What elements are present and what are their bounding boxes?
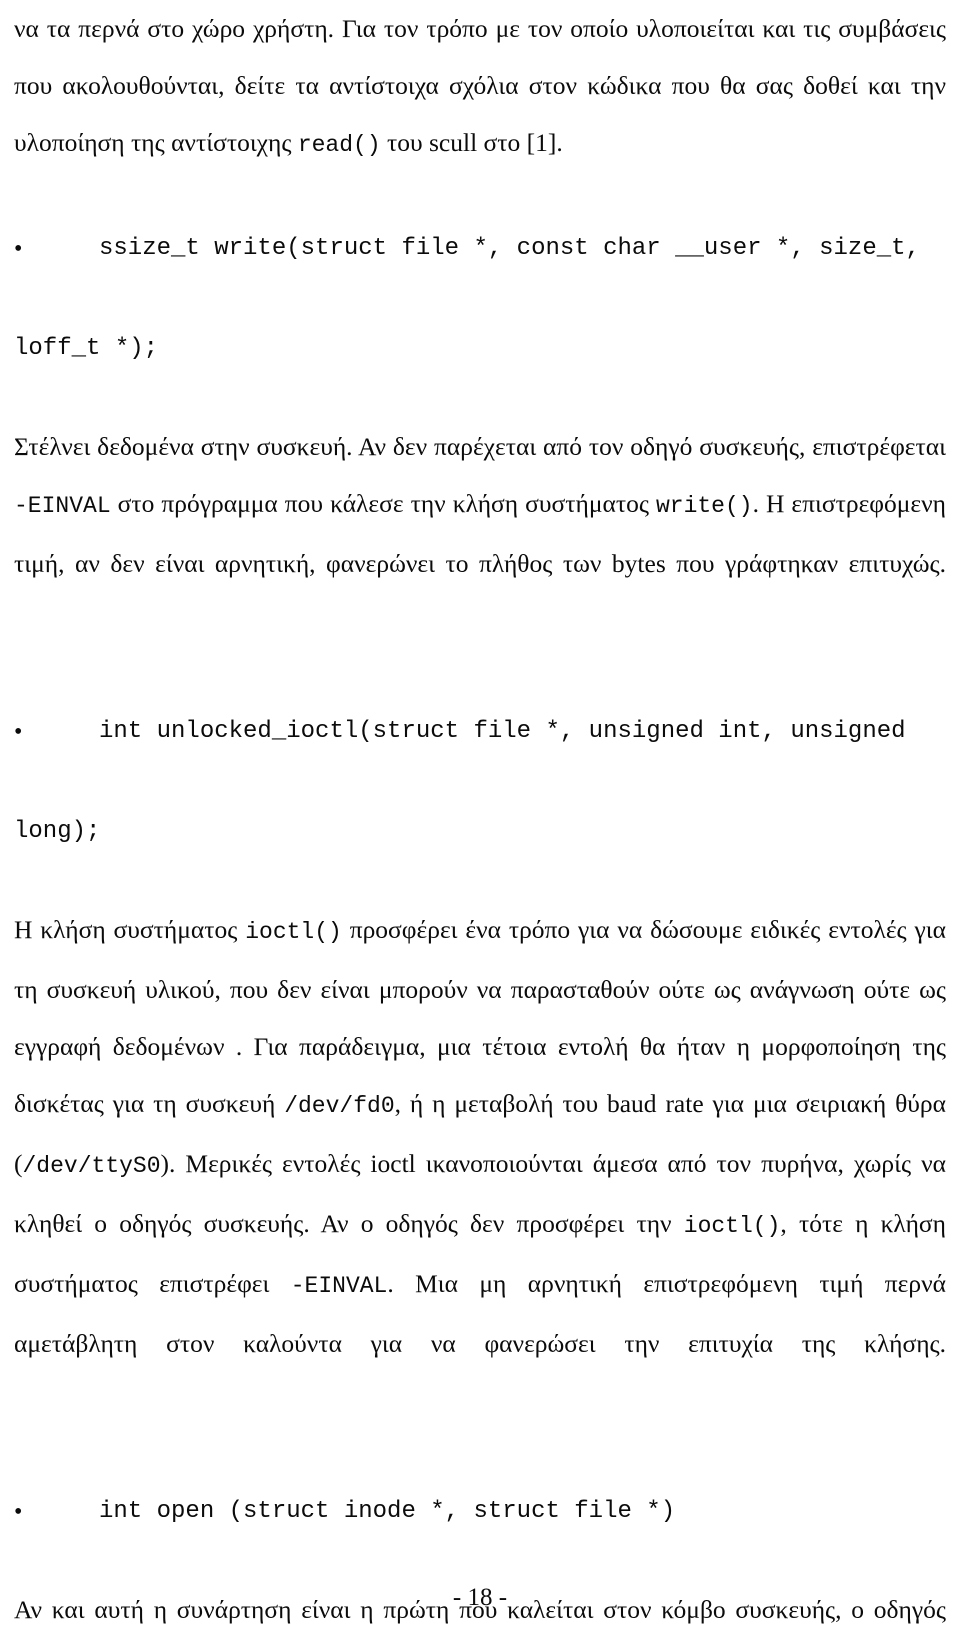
paragraph-intro-text-b: του scull στο [1]. bbox=[380, 128, 563, 157]
inline-code-dev-ttys0: /dev/ttyS0 bbox=[22, 1153, 161, 1179]
signature-open-line-1: int open (struct inode *, struct file *) bbox=[14, 1487, 946, 1537]
signature-unlocked-ioctl: • int unlocked_ioctl(struct file *, unsi… bbox=[14, 707, 946, 857]
signature-write-line-1-text: ssize_t write(struct file *, const char … bbox=[99, 235, 920, 262]
page-number-footer: - 18 - bbox=[452, 1584, 508, 1611]
signature-write: • ssize_t write(struct file *, const cha… bbox=[14, 224, 946, 374]
inline-code-read: read() bbox=[297, 132, 381, 158]
signature-write-line-1: ssize_t write(struct file *, const char … bbox=[14, 224, 946, 324]
signature-write-line-2: loff_t *); bbox=[14, 335, 159, 362]
paragraph-intro: να τα περνά στο χώρο χρήστη. Για τον τρό… bbox=[14, 0, 946, 174]
inline-code-write: write() bbox=[655, 493, 753, 519]
signature-open: • int open (struct inode *, struct file … bbox=[14, 1487, 946, 1537]
inline-code-dev-fd0: /dev/fd0 bbox=[284, 1093, 395, 1119]
signature-ioctl-line-1-text: int unlocked_ioctl(struct file *, unsign… bbox=[99, 718, 906, 745]
paragraph-write-text-a: Στέλνει δεδομένα στην συσκευή. Αν δεν πα… bbox=[14, 432, 946, 461]
signature-ioctl-line-2: long); bbox=[14, 818, 101, 845]
signature-ioctl-line-1: int unlocked_ioctl(struct file *, unsign… bbox=[14, 707, 946, 807]
document-page: να τα περνά στο χώρο χρήστη. Για τον τρό… bbox=[0, 0, 960, 1634]
inline-code-ioctl: ioctl() bbox=[245, 919, 342, 945]
bullet-icon: • bbox=[14, 236, 23, 262]
paragraph-ioctl-description: Η κλήση συστήματος ioctl() προσφέρει ένα… bbox=[14, 901, 946, 1429]
paragraph-ioctl-text-b: προσφέρει ένα τρόπο για να δώσουμε ειδικ… bbox=[14, 915, 946, 1118]
inline-code-einval: -EINVAL bbox=[14, 493, 111, 519]
inline-code-einval-2: -EINVAL bbox=[290, 1273, 388, 1299]
signature-open-line-1-text: int open (struct inode *, struct file *) bbox=[99, 1498, 676, 1525]
bullet-icon: • bbox=[14, 719, 23, 745]
inline-code-ioctl-2: ioctl() bbox=[683, 1213, 781, 1239]
paragraph-ioctl-text-a: Η κλήση συστήματος bbox=[14, 915, 246, 944]
paragraph-write-description: Στέλνει δεδομένα στην συσκευή. Αν δεν πα… bbox=[14, 418, 946, 649]
bullet-icon: • bbox=[14, 1499, 23, 1525]
paragraph-write-text-b: στο πρόγραμμα που κάλεσε την κλήση συστή… bbox=[110, 489, 656, 518]
